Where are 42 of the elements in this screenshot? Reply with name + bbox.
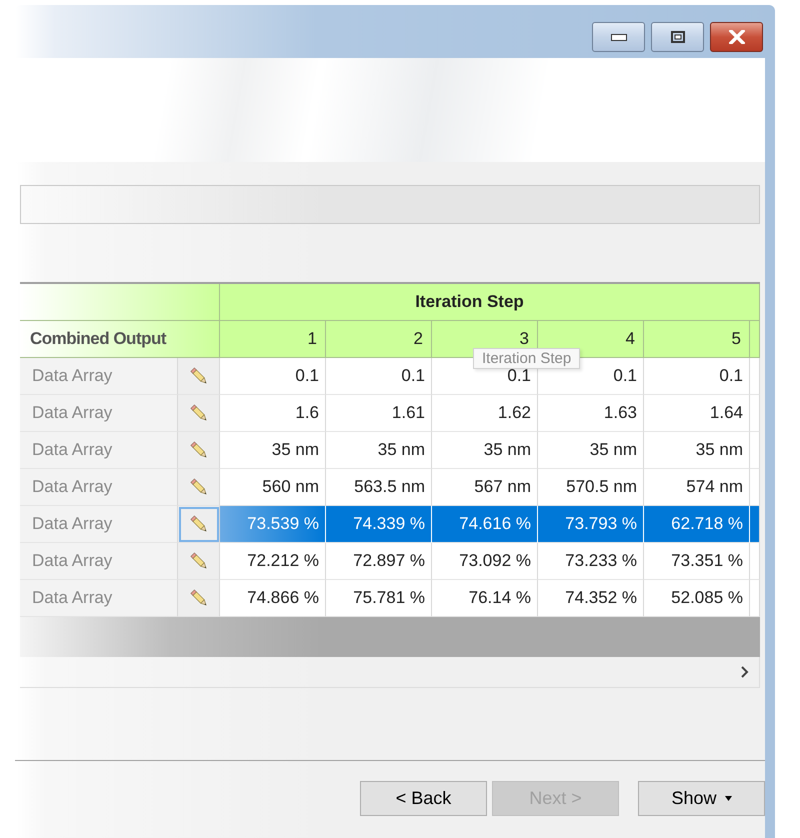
row-label: Data Array — [20, 395, 178, 432]
table-cell: 1.62 — [432, 395, 538, 432]
row-label: Data Array — [20, 469, 178, 506]
table-cell: 74.866 % — [220, 580, 326, 617]
row-label: Data Array — [20, 506, 178, 543]
table-cell: 74.339 % — [326, 506, 432, 543]
table-cell: 0.1 — [220, 358, 326, 395]
table-cell: 570.5 nm — [538, 469, 644, 506]
table-cell: 73.233 % — [538, 543, 644, 580]
table-cell: 35 nm — [644, 432, 750, 469]
row-label: Data Array — [20, 358, 178, 395]
table-cell: 567 nm — [432, 469, 538, 506]
table-cell: 52.085 % — [644, 580, 750, 617]
table-cell: 574 nm — [644, 469, 750, 506]
table-cell: 35 nm — [538, 432, 644, 469]
table-cell: 75.781 % — [326, 580, 432, 617]
table-cell: 74.352 % — [538, 580, 644, 617]
column-group-header: Iteration Step — [220, 284, 760, 321]
table-cell: 1.61 — [326, 395, 432, 432]
table-cell: 73.539 % — [220, 506, 326, 543]
table-cell: 1.6 — [220, 395, 326, 432]
table-cell: 62.718 % — [644, 506, 750, 543]
table-cell: 560 nm — [220, 469, 326, 506]
table-cell: 563.5 nm — [326, 469, 432, 506]
table-cell: 73.793 % — [538, 506, 644, 543]
table-cell: 0.1 — [644, 358, 750, 395]
table-cell: 35 nm — [432, 432, 538, 469]
row-header-title: Combined Output — [20, 321, 220, 358]
table-cell: 76.14 % — [432, 580, 538, 617]
table-cell: 1.64 — [644, 395, 750, 432]
table-cell: 72.212 % — [220, 543, 326, 580]
table-cell: 1.63 — [538, 395, 644, 432]
table-cell: 74.616 % — [432, 506, 538, 543]
table-cell: 73.092 % — [432, 543, 538, 580]
table-cell: 0.1 — [326, 358, 432, 395]
row-label: Data Array — [20, 543, 178, 580]
table-cell: 35 nm — [220, 432, 326, 469]
table-cell: 73.351 % — [644, 543, 750, 580]
row-label: Data Array — [20, 432, 178, 469]
row-label: Data Array — [20, 580, 178, 617]
table-cell: 72.897 % — [326, 543, 432, 580]
table-cell: 35 nm — [326, 432, 432, 469]
